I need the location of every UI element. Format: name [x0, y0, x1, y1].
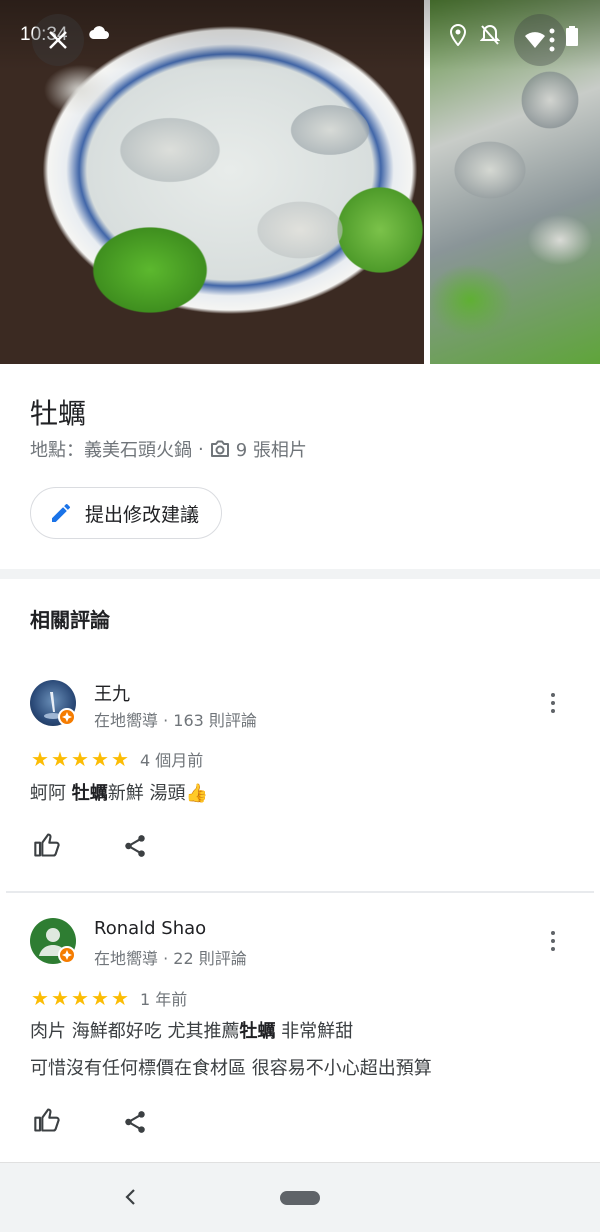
review-text: 蚵阿 牡蠣新鮮 湯頭👍 [30, 783, 208, 804]
section-divider [0, 569, 600, 579]
review-author[interactable]: Ronald Shao [94, 918, 206, 939]
avatar[interactable] [30, 680, 76, 726]
signal-icon [549, 28, 555, 52]
photo-count[interactable]: 9 張相片 [236, 436, 307, 462]
related-reviews-title: 相關評論 [30, 608, 110, 632]
close-button[interactable] [32, 14, 84, 66]
battery-icon [566, 26, 578, 52]
review-more-button[interactable] [540, 688, 566, 718]
cloud-icon [88, 24, 110, 46]
notifications-off-icon [479, 24, 501, 52]
review-text: 肉片 海鮮都好吃 尤其推薦牡蠣 非常鮮甜 [30, 1021, 354, 1042]
review-author[interactable]: 王九 [94, 680, 130, 706]
thumb-up-icon [34, 833, 60, 857]
like-button[interactable] [31, 829, 63, 861]
close-icon [49, 31, 67, 49]
suggest-edit-label: 提出修改建議 [85, 503, 200, 526]
star-icon: ★ [91, 747, 109, 771]
pencil-icon [49, 501, 73, 525]
star-icon: ★ [51, 747, 69, 771]
review-more-button[interactable] [540, 926, 566, 956]
star-icon: ★ [111, 747, 129, 771]
location-icon [449, 23, 467, 52]
thumb-up-icon [34, 1108, 60, 1132]
local-guide-badge-icon [58, 946, 76, 964]
meta-separator: · [198, 438, 204, 460]
status-bar: 10:34 [0, 0, 600, 70]
star-icon: ★ [91, 986, 109, 1010]
back-button[interactable] [116, 1183, 144, 1211]
local-guide-badge-icon [58, 708, 76, 726]
suggest-edit-button[interactable]: 提出修改建議 [30, 487, 223, 539]
more-vert-icon [551, 693, 555, 697]
dish-meta: 地點：義美石頭火鍋 · 9 張相片 [30, 436, 307, 462]
dish-title: 牡蠣 [30, 397, 87, 430]
back-chevron-icon [125, 1189, 135, 1205]
share-icon [125, 1111, 145, 1133]
review-rating: ★ ★ ★ ★ ★ 4 個月前 [30, 747, 203, 771]
share-button[interactable] [119, 830, 151, 862]
review-highlight: 牡蠣 [239, 1021, 276, 1042]
photo-strip: 10:34 [0, 0, 600, 364]
more-vert-icon [551, 931, 555, 935]
system-nav-bar [0, 1162, 600, 1232]
star-icon: ★ [71, 986, 89, 1010]
review-text: 可惜沒有任何標價在食材區 很容易不小心超出預算 [30, 1058, 432, 1079]
more-options-button[interactable] [514, 14, 566, 66]
review-author-meta: 在地嚮導 · 22 則評論 [94, 949, 247, 968]
wifi-icon [525, 32, 545, 48]
dish-location[interactable]: 地點：義美石頭火鍋 [30, 436, 192, 462]
review-date: 4 個月前 [140, 751, 204, 770]
star-icon: ★ [111, 986, 129, 1010]
share-icon [125, 835, 145, 857]
home-pill-button[interactable] [280, 1191, 320, 1205]
review-author-meta: 在地嚮導 · 163 則評論 [94, 711, 257, 730]
review-divider [6, 891, 594, 893]
star-icon: ★ [31, 986, 49, 1010]
review-date: 1 年前 [140, 990, 188, 1009]
camera-icon [210, 440, 230, 458]
share-button[interactable] [119, 1106, 151, 1138]
star-icon: ★ [71, 747, 89, 771]
like-button[interactable] [31, 1104, 63, 1136]
review-highlight: 牡蠣 [71, 783, 108, 804]
star-icon: ★ [51, 986, 69, 1010]
review-rating: ★ ★ ★ ★ ★ 1 年前 [30, 986, 187, 1010]
star-icon: ★ [31, 747, 49, 771]
avatar[interactable] [30, 918, 76, 964]
